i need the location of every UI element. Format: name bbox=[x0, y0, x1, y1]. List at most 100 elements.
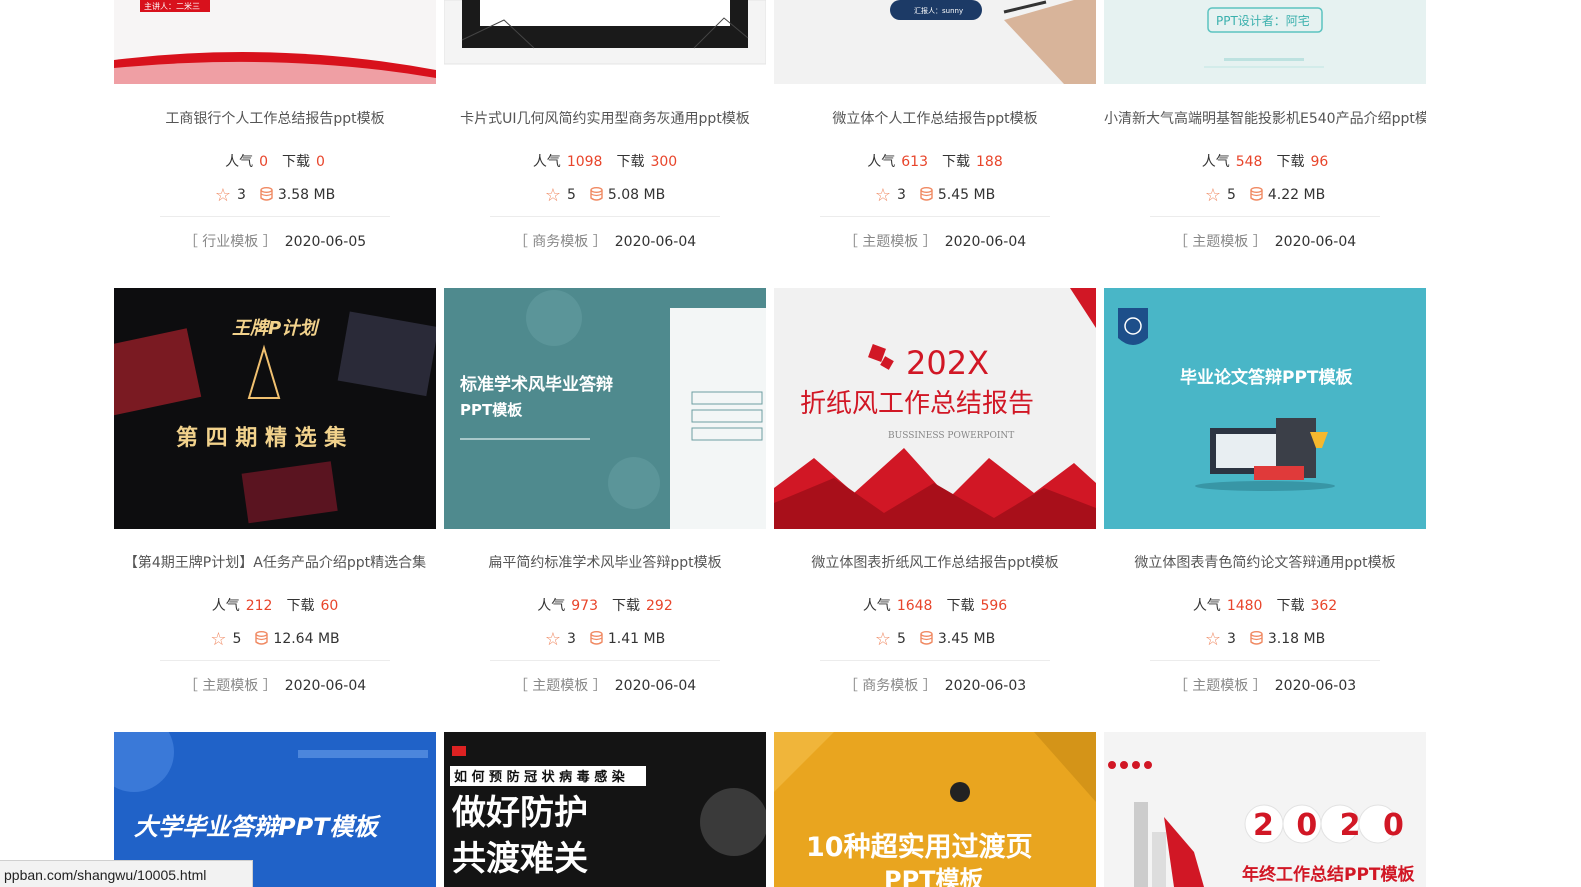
category-link[interactable]: ［ 主题模板 ］ bbox=[1174, 678, 1267, 694]
star-icon: ☆ bbox=[544, 629, 561, 650]
popularity-label: 人气 bbox=[211, 598, 240, 614]
template-title[interactable]: 微立体图表折纸风工作总结报告ppt模板 bbox=[774, 552, 1096, 572]
stats-row: 人气 973 下载 292 bbox=[444, 595, 766, 615]
stats-row: 人气 613 下载 188 bbox=[774, 151, 1096, 171]
stats-row: 人气 0 下载 0 bbox=[114, 151, 436, 171]
template-thumbnail[interactable]: 如 何 预 防 冠 状 病 毒 感 染 做好防护 共渡难关 bbox=[444, 732, 766, 887]
thumb-text: 汇报人：sunny bbox=[914, 6, 963, 15]
popularity-count: 973 bbox=[571, 598, 598, 614]
thumb-subtext: 王牌P计划 bbox=[232, 318, 320, 339]
stats-row: 人气 1480 下载 362 bbox=[1104, 595, 1426, 615]
meta-row: ［ 主题模板 ］ 2020-06-04 bbox=[444, 675, 766, 695]
thumb-text: 主讲人：二米三 bbox=[144, 1, 200, 11]
downloads-label: 下载 bbox=[612, 598, 640, 614]
category-link[interactable]: ［ 主题模板 ］ bbox=[514, 678, 607, 694]
file-size-icon bbox=[590, 631, 603, 645]
template-thumbnail[interactable]: 10种超实用过渡页 PPT模板 bbox=[774, 732, 1096, 887]
template-thumbnail[interactable]: 标准学术风毕业答辩 PPT模板 bbox=[444, 288, 766, 529]
stats-row: 人气 212 下载 60 bbox=[114, 595, 436, 615]
category-link[interactable]: ［ 商务模板 ］ bbox=[844, 678, 937, 694]
thumb-small: BUSSINESS POWERPOINT bbox=[888, 431, 1014, 441]
template-title[interactable]: 【第4期王牌P计划】A任务产品介绍ppt精选合集 bbox=[114, 552, 436, 572]
downloads-count: 300 bbox=[650, 154, 678, 170]
template-title[interactable]: 微立体个人工作总结报告ppt模板 bbox=[774, 108, 1096, 128]
file-size: 5.45 MB bbox=[937, 187, 996, 203]
star-icon: ☆ bbox=[1204, 629, 1221, 650]
downloads-count: 96 bbox=[1310, 154, 1329, 170]
template-title[interactable]: 小清新大气高端明基智能投影机E540产品介绍ppt模板 bbox=[1104, 108, 1426, 128]
rating-value: 3 bbox=[896, 187, 906, 203]
popularity-label: 人气 bbox=[867, 154, 896, 170]
star-icon: ☆ bbox=[874, 629, 891, 650]
publish-date: 2020-06-04 bbox=[614, 678, 697, 694]
thumb-subtext: 年终工作总结PPT模板 bbox=[1242, 864, 1416, 885]
file-size: 3.45 MB bbox=[937, 631, 996, 647]
category-link[interactable]: ［ 主题模板 ］ bbox=[844, 234, 937, 250]
downloads-count: 292 bbox=[646, 598, 673, 614]
star-icon: ☆ bbox=[544, 185, 561, 206]
file-size-icon bbox=[1250, 631, 1263, 645]
popularity-count: 212 bbox=[245, 598, 273, 614]
publish-date: 2020-06-04 bbox=[1274, 234, 1357, 250]
thumb-text: 折纸风工作总结报告 bbox=[800, 389, 1034, 419]
file-size-icon bbox=[1250, 187, 1263, 201]
file-size-icon bbox=[260, 187, 273, 201]
popularity-label: 人气 bbox=[1201, 154, 1230, 170]
divider bbox=[820, 216, 1050, 217]
downloads-label: 下载 bbox=[286, 598, 315, 614]
divider bbox=[1150, 216, 1380, 217]
file-size: 3.18 MB bbox=[1267, 631, 1326, 647]
popularity-count: 548 bbox=[1235, 154, 1263, 170]
template-title[interactable]: 卡片式UI几何风简约实用型商务灰通用ppt模板 bbox=[444, 108, 766, 128]
popularity-count: 1480 bbox=[1226, 598, 1263, 614]
file-size: 4.22 MB bbox=[1267, 187, 1326, 203]
thumb-subtext: 共渡难关 bbox=[452, 839, 588, 879]
downloads-count: 596 bbox=[980, 598, 1008, 614]
rating-value: 5 bbox=[232, 631, 242, 647]
category-link[interactable]: ［ 行业模板 ］ bbox=[184, 234, 277, 250]
star-icon: ☆ bbox=[210, 629, 227, 650]
template-thumbnail[interactable] bbox=[444, 0, 766, 84]
rating-size-row: ☆ 3 5.45 MB bbox=[774, 185, 1096, 206]
divider bbox=[160, 660, 390, 661]
publish-date: 2020-06-03 bbox=[944, 678, 1027, 694]
rating-size-row: ☆ 5 12.64 MB bbox=[114, 629, 436, 650]
thumb-subtext: PPT模板 bbox=[460, 401, 523, 419]
thumb-head: 如 何 预 防 冠 状 病 毒 感 染 bbox=[454, 769, 626, 785]
template-thumbnail[interactable]: 汇报人：sunny bbox=[774, 0, 1096, 84]
file-size-icon bbox=[590, 187, 603, 201]
rating-value: 3 bbox=[566, 631, 576, 647]
file-size: 12.64 MB bbox=[273, 631, 340, 647]
thumb-subtext: 202X bbox=[906, 344, 989, 382]
template-thumbnail[interactable]: 2 0 2 0 年终工作总结PPT模板 bbox=[1104, 732, 1426, 887]
template-title[interactable]: 微立体图表青色简约论文答辩通用ppt模板 bbox=[1104, 552, 1426, 572]
template-thumbnail[interactable]: 202X 折纸风工作总结报告 BUSSINESS POWERPOINT bbox=[774, 288, 1096, 529]
downloads-count: 362 bbox=[1310, 598, 1338, 614]
stats-row: 人气 1648 下载 596 bbox=[774, 595, 1096, 615]
template-thumbnail[interactable]: 主讲人：二米三 bbox=[114, 0, 436, 84]
template-title[interactable]: 工商银行个人工作总结报告ppt模板 bbox=[114, 108, 436, 128]
rating-size-row: ☆ 3 3.58 MB bbox=[114, 185, 436, 206]
rating-size-row: ☆ 5 4.22 MB bbox=[1104, 185, 1426, 206]
rating-value: 5 bbox=[566, 187, 576, 203]
template-thumbnail[interactable]: 王牌P计划 第 四 期 精 选 集 bbox=[114, 288, 436, 529]
thumb-text: 大学毕业答辩PPT模板 bbox=[134, 813, 382, 841]
downloads-count: 188 bbox=[976, 154, 1003, 170]
category-link[interactable]: ［ 商务模板 ］ bbox=[514, 234, 607, 250]
rating-value: 3 bbox=[236, 187, 246, 203]
stats-row: 人气 1098 下载 300 bbox=[444, 151, 766, 171]
category-link[interactable]: ［ 主题模板 ］ bbox=[1174, 234, 1267, 250]
template-title[interactable]: 扁平简约标准学术风毕业答辩ppt模板 bbox=[444, 552, 766, 572]
publish-date: 2020-06-03 bbox=[1274, 678, 1357, 694]
rating-size-row: ☆ 3 3.18 MB bbox=[1104, 629, 1426, 650]
template-thumbnail[interactable]: 毕业论文答辩PPT模板 bbox=[1104, 288, 1426, 529]
meta-row: ［ 主题模板 ］ 2020-06-04 bbox=[774, 231, 1096, 251]
popularity-count: 0 bbox=[259, 154, 268, 170]
template-thumbnail[interactable]: PPT设计者：阿宅 bbox=[1104, 0, 1426, 84]
rating-size-row: ☆ 5 5.08 MB bbox=[444, 185, 766, 206]
rating-value: 5 bbox=[896, 631, 906, 647]
category-link[interactable]: ［ 主题模板 ］ bbox=[184, 678, 277, 694]
popularity-count: 613 bbox=[901, 154, 928, 170]
downloads-label: 下载 bbox=[946, 598, 975, 614]
popularity-count: 1098 bbox=[566, 154, 603, 170]
